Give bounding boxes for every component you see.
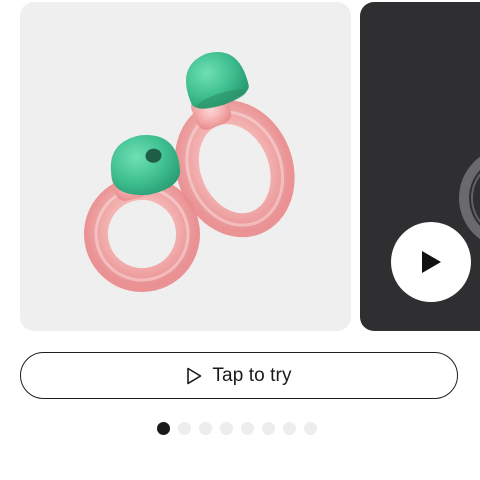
- pagination-dot[interactable]: [241, 421, 254, 435]
- media-carousel[interactable]: [0, 0, 480, 340]
- pagination-dot[interactable]: [199, 421, 212, 435]
- pagination-dot[interactable]: [283, 421, 296, 435]
- pagination-dot[interactable]: [220, 421, 233, 435]
- pagination-dot[interactable]: [178, 421, 191, 435]
- play-outline-icon: [187, 367, 202, 384]
- play-icon: [422, 251, 441, 273]
- tap-to-try-button[interactable]: Tap to try: [20, 352, 458, 399]
- carousel-pagination: [157, 421, 317, 435]
- play-video-button[interactable]: [391, 222, 471, 302]
- product-gallery: Tap to try: [0, 0, 480, 480]
- pagination-dot[interactable]: [304, 421, 317, 435]
- tap-to-try-label: Tap to try: [212, 364, 292, 386]
- pagination-dot[interactable]: [262, 421, 275, 435]
- pagination-dot[interactable]: [157, 421, 170, 435]
- product-image-slide[interactable]: [20, 2, 351, 331]
- earplugs-image: [84, 52, 295, 292]
